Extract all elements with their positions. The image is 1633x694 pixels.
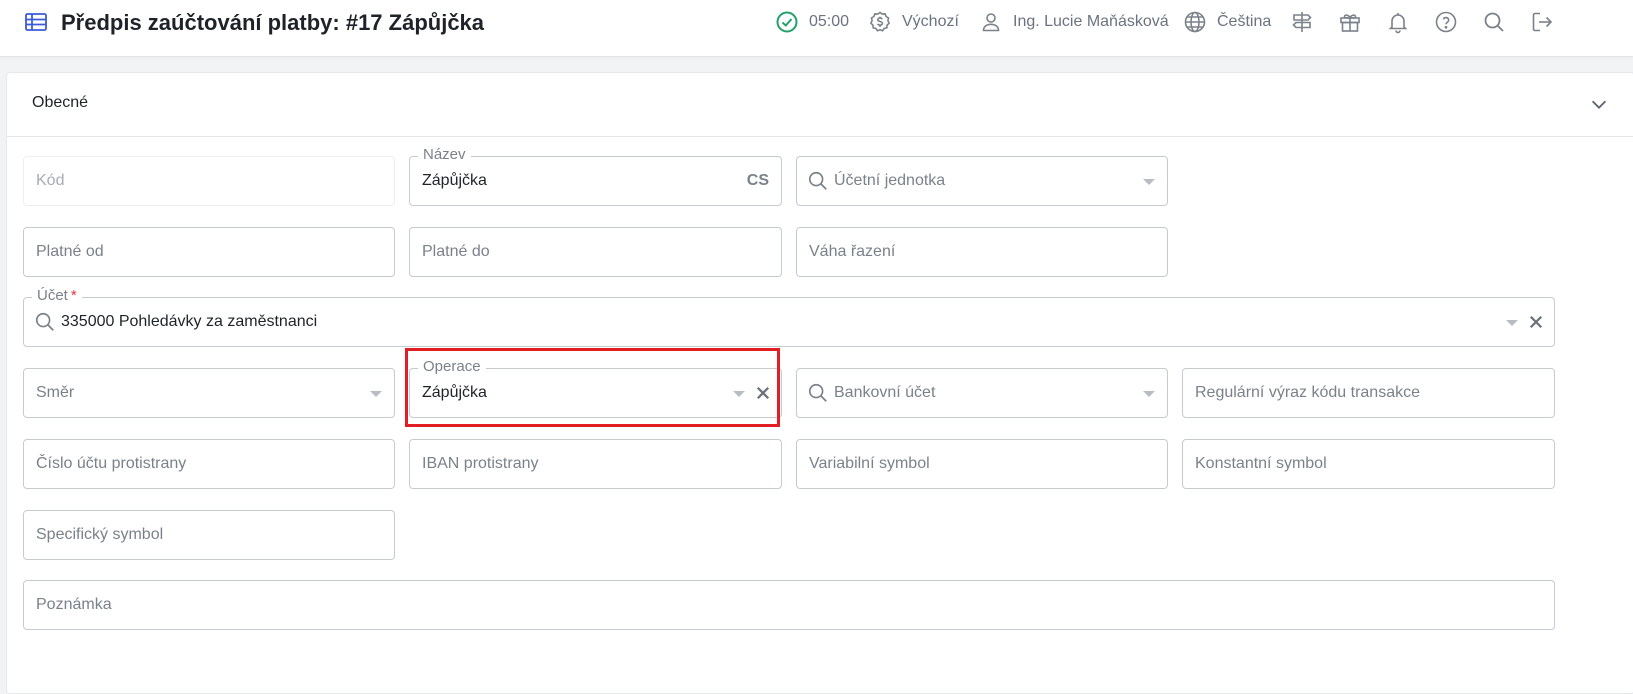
required-mark: * bbox=[70, 287, 77, 304]
ucetni-jednotka-select[interactable]: Účetní jednotka bbox=[796, 156, 1168, 206]
search-icon bbox=[808, 171, 827, 190]
language-label: Čeština bbox=[1217, 13, 1272, 30]
regex-placeholder: Regulární výraz kódu transakce bbox=[1195, 384, 1420, 401]
section-title: Obecné bbox=[32, 94, 89, 111]
platne-do-field[interactable]: Platné do bbox=[409, 227, 782, 277]
nazev-value: Zápůjčka bbox=[422, 172, 487, 189]
cislo-uctu-field[interactable]: Číslo účtu protistrany bbox=[23, 439, 395, 489]
ucet-select[interactable]: Účet * 335000 Pohledávky za zaměstnanci bbox=[23, 287, 1555, 347]
currency-profile[interactable]: Výchozí bbox=[868, 10, 959, 34]
dropdown-caret-icon[interactable] bbox=[370, 391, 382, 397]
clear-icon[interactable] bbox=[1527, 313, 1545, 331]
page-title: Předpis zaúčtování platby: #17 Zápůjčka bbox=[61, 10, 485, 35]
language-code[interactable]: CS bbox=[747, 172, 769, 190]
search-icon bbox=[808, 383, 827, 402]
bell-icon[interactable] bbox=[1386, 10, 1410, 34]
table-icon bbox=[25, 13, 47, 31]
session-timer[interactable]: 05:00 bbox=[775, 10, 849, 34]
logout-icon[interactable] bbox=[1530, 10, 1554, 34]
check-circle-icon bbox=[776, 11, 798, 33]
smer-select[interactable]: Směr bbox=[23, 368, 395, 418]
specificky-symbol-field[interactable]: Specifický symbol bbox=[23, 510, 395, 560]
poznamka-placeholder: Poznámka bbox=[36, 596, 112, 613]
nazev-label: Název bbox=[418, 146, 471, 164]
bankovni-ucet-select[interactable]: Bankovní účet bbox=[796, 368, 1168, 418]
bankovni-ucet-placeholder: Bankovní účet bbox=[834, 384, 936, 401]
language-switcher[interactable]: Čeština bbox=[1183, 10, 1271, 34]
specificky-symbol-placeholder: Specifický symbol bbox=[36, 526, 164, 543]
vaha-razeni-placeholder: Váha řazení bbox=[809, 243, 896, 260]
currency-profile-label: Výchozí bbox=[902, 13, 959, 30]
gift-icon[interactable] bbox=[1338, 10, 1362, 34]
iban-placeholder: IBAN protistrany bbox=[422, 455, 539, 472]
globe-icon bbox=[1184, 11, 1206, 33]
operace-label: Operace bbox=[418, 358, 486, 376]
regex-field[interactable]: Regulární výraz kódu transakce bbox=[1182, 368, 1555, 418]
dropdown-caret-icon[interactable] bbox=[1506, 320, 1518, 326]
vaha-razeni-field[interactable]: Váha řazení bbox=[796, 227, 1168, 277]
platne-od-placeholder: Platné od bbox=[36, 243, 104, 260]
search-icon bbox=[35, 312, 54, 331]
user-icon bbox=[982, 13, 1000, 32]
signpost-icon[interactable] bbox=[1290, 10, 1314, 34]
variabilni-symbol-placeholder: Variabilní symbol bbox=[809, 455, 930, 472]
platne-od-field[interactable]: Platné od bbox=[23, 227, 395, 277]
search-icon[interactable] bbox=[1482, 10, 1506, 34]
ucet-label: Účet * bbox=[32, 287, 82, 305]
variabilni-symbol-field[interactable]: Variabilní symbol bbox=[796, 439, 1168, 489]
user-name: Ing. Lucie Maňásková bbox=[1013, 13, 1169, 30]
nazev-field[interactable]: Název Zápůjčka CS bbox=[409, 146, 782, 206]
poznamka-field[interactable]: Poznámka bbox=[23, 580, 1555, 630]
kod-field[interactable]: Kód bbox=[23, 156, 395, 206]
kod-placeholder: Kód bbox=[36, 172, 65, 189]
smer-placeholder: Směr bbox=[36, 384, 75, 401]
user-menu[interactable]: Ing. Lucie Maňásková bbox=[979, 10, 1169, 34]
session-time: 05:00 bbox=[809, 13, 850, 30]
operace-select[interactable]: Operace Zápůjčka bbox=[409, 358, 782, 418]
ucetni-jednotka-placeholder: Účetní jednotka bbox=[834, 172, 946, 189]
ucet-value: 335000 Pohledávky za zaměstnanci bbox=[61, 313, 318, 330]
platne-do-placeholder: Platné do bbox=[422, 243, 490, 260]
dropdown-caret-icon[interactable] bbox=[1143, 391, 1155, 397]
cislo-uctu-placeholder: Číslo účtu protistrany bbox=[36, 455, 187, 472]
iban-field[interactable]: IBAN protistrany bbox=[409, 439, 782, 489]
operace-value: Zápůjčka bbox=[422, 384, 487, 401]
konstantni-symbol-placeholder: Konstantní symbol bbox=[1195, 455, 1327, 472]
top-bar: Předpis zaúčtování platby: #17 Zápůjčka … bbox=[0, 0, 1633, 57]
dropdown-caret-icon[interactable] bbox=[733, 391, 745, 397]
dropdown-caret-icon[interactable] bbox=[1143, 179, 1155, 185]
help-icon[interactable] bbox=[1434, 10, 1458, 34]
konstantni-symbol-field[interactable]: Konstantní symbol bbox=[1182, 439, 1555, 489]
chevron-down-icon[interactable] bbox=[1588, 93, 1610, 115]
clear-icon[interactable] bbox=[754, 384, 772, 402]
section-header[interactable]: Obecné bbox=[7, 73, 1633, 137]
dollar-badge-icon bbox=[869, 11, 891, 32]
